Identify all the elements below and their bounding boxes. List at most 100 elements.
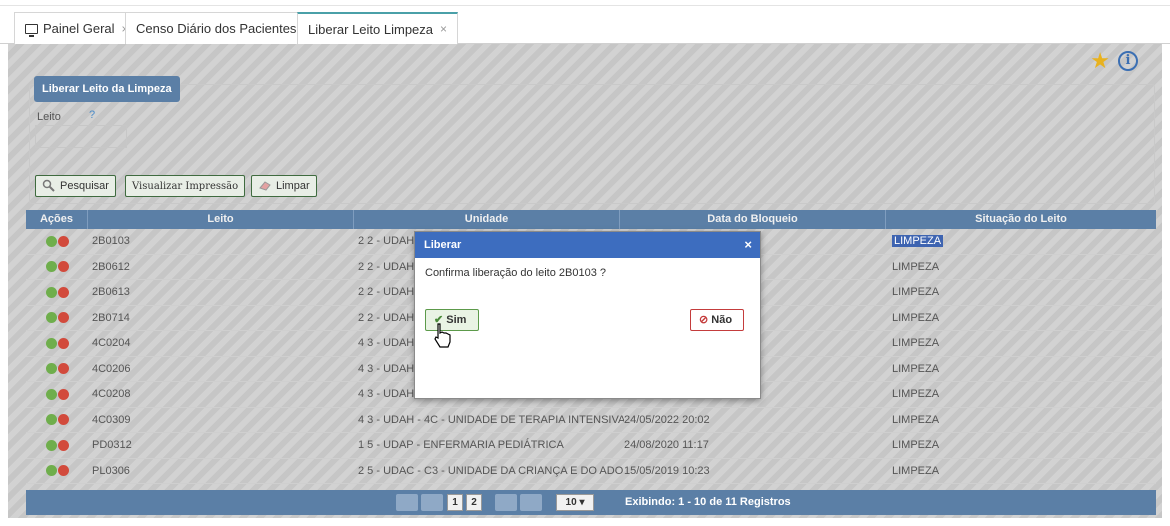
dialog-message: Confirma liberação do leito 2B0103 ? bbox=[425, 267, 607, 279]
col-leito[interactable]: Leito bbox=[88, 210, 354, 229]
pesquisar-button[interactable]: Pesquisar bbox=[35, 175, 116, 197]
tab-bar: Painel Geral × Censo Diário dos Paciente… bbox=[0, 0, 1170, 44]
dialog-header: Liberar × bbox=[415, 232, 760, 258]
top-line bbox=[0, 5, 1170, 6]
row-actions bbox=[26, 433, 88, 458]
cell-situacao: LIMPEZA bbox=[892, 439, 940, 451]
cell-unidade: 4 3 - UDAH - 4C - UNIDADE DE TERAPIA INT… bbox=[358, 413, 624, 426]
cell-situacao: LIMPEZA bbox=[892, 229, 1152, 254]
row-actions bbox=[26, 255, 88, 280]
cell-situacao: LIMPEZA bbox=[892, 311, 940, 324]
last-page-button[interactable] bbox=[520, 494, 542, 511]
approve-icon[interactable] bbox=[45, 465, 57, 477]
block-icon[interactable] bbox=[57, 363, 69, 375]
col-situacao[interactable]: Situação do Leito bbox=[886, 210, 1156, 229]
page-2-button[interactable]: 2 bbox=[466, 494, 482, 511]
approve-icon[interactable] bbox=[45, 312, 57, 324]
row-actions bbox=[26, 306, 88, 331]
row-actions bbox=[26, 408, 88, 433]
tab-censo[interactable]: Censo Diário dos Pacientes × bbox=[125, 12, 322, 44]
cell-leito: 2B0613 bbox=[92, 286, 130, 298]
approve-icon[interactable] bbox=[45, 261, 57, 273]
block-icon[interactable] bbox=[57, 312, 69, 324]
pagination-bar: 1 2 10 ▾ Exibindo: 1 - 10 de 11 Registro… bbox=[26, 490, 1156, 515]
limpar-button[interactable]: Limpar bbox=[251, 175, 317, 197]
cell-leito: 2B0714 bbox=[92, 311, 130, 324]
cell-leito: 2B0612 bbox=[92, 260, 130, 273]
col-acoes[interactable]: Ações bbox=[26, 210, 88, 229]
fieldset-legend: Liberar Leito da Limpeza bbox=[34, 76, 180, 102]
cell-data: 24/05/2022 20:02 bbox=[624, 413, 710, 426]
help-icon[interactable]: ? bbox=[89, 109, 95, 121]
tab-liberar-leito[interactable]: Liberar Leito Limpeza × bbox=[297, 12, 459, 44]
cell-situacao: LIMPEZA bbox=[892, 286, 940, 298]
next-page-button[interactable] bbox=[495, 494, 517, 511]
cell-leito: 4C0204 bbox=[92, 337, 131, 349]
dialog-title: Liberar bbox=[424, 239, 462, 251]
tab-label: Censo Diário dos Pacientes bbox=[136, 21, 297, 36]
cell-leito: 4C0208 bbox=[92, 388, 131, 400]
visualizar-impressao-button[interactable]: Visualizar Impressão bbox=[125, 175, 246, 197]
cell-unidade: 1 5 - UDAP - ENFERMARIA PEDIÁTRICA bbox=[358, 439, 564, 451]
leito-label: Leito bbox=[37, 111, 61, 123]
nao-button[interactable]: ⊘ Não bbox=[690, 309, 744, 331]
table-header: Ações Leito Unidade Data do Bloqueio Sit… bbox=[26, 210, 1156, 229]
block-icon[interactable] bbox=[57, 465, 69, 477]
close-icon[interactable]: × bbox=[744, 232, 752, 258]
table-row[interactable]: 4C0309 4 3 - UDAH - 4C - UNIDADE DE TERA… bbox=[26, 408, 1156, 433]
block-icon[interactable] bbox=[57, 261, 69, 273]
page-size-value: 10 bbox=[565, 497, 577, 508]
search-icon bbox=[42, 179, 55, 192]
block-icon[interactable] bbox=[57, 388, 69, 400]
button-label: Pesquisar bbox=[60, 180, 109, 192]
cell-situacao: LIMPEZA bbox=[892, 362, 940, 375]
block-icon[interactable] bbox=[57, 439, 69, 451]
button-label: Não bbox=[711, 314, 733, 326]
info-icon[interactable]: i bbox=[1118, 51, 1138, 71]
block-icon[interactable] bbox=[57, 286, 69, 298]
cell-leito: 2B0103 bbox=[92, 235, 130, 247]
page-1-button[interactable]: 1 bbox=[447, 494, 463, 511]
table-row[interactable]: PL0306 2 5 - UDAC - C3 - UNIDADE DA CRIA… bbox=[26, 459, 1156, 484]
cell-data: 15/05/2019 10:23 bbox=[624, 464, 710, 477]
row-actions bbox=[26, 357, 88, 382]
first-page-button[interactable] bbox=[396, 494, 418, 511]
hand-cursor-icon bbox=[434, 323, 451, 348]
row-actions bbox=[26, 459, 88, 484]
table-row[interactable]: PD0312 1 5 - UDAP - ENFERMARIA PEDIÁTRIC… bbox=[26, 433, 1156, 459]
button-label: Limpar bbox=[276, 180, 310, 192]
prev-page-button[interactable] bbox=[421, 494, 443, 511]
approve-icon[interactable] bbox=[45, 414, 57, 426]
approve-icon[interactable] bbox=[45, 388, 57, 400]
col-unidade[interactable]: Unidade bbox=[354, 210, 620, 229]
leito-input[interactable] bbox=[35, 125, 127, 148]
row-actions bbox=[26, 280, 88, 305]
row-actions bbox=[26, 382, 88, 407]
star-icon[interactable]: ★ bbox=[1090, 48, 1110, 74]
block-icon[interactable] bbox=[57, 414, 69, 426]
approve-icon[interactable] bbox=[45, 363, 57, 375]
confirm-dialog: Liberar × Confirma liberação do leito 2B… bbox=[414, 231, 761, 399]
cell-situacao: LIMPEZA bbox=[892, 337, 940, 349]
block-icon[interactable] bbox=[57, 235, 69, 247]
col-data-bloqueio[interactable]: Data do Bloqueio bbox=[620, 210, 886, 229]
page-size-select[interactable]: 10 ▾ bbox=[556, 494, 594, 511]
cell-leito: PD0312 bbox=[92, 439, 132, 451]
chevron-down-icon: ▾ bbox=[579, 497, 585, 508]
approve-icon[interactable] bbox=[45, 286, 57, 298]
block-icon[interactable] bbox=[57, 337, 69, 349]
cell-data: 24/08/2020 11:17 bbox=[624, 439, 709, 451]
cell-situacao: LIMPEZA bbox=[892, 260, 940, 273]
row-actions bbox=[26, 331, 88, 356]
row-actions bbox=[26, 229, 88, 254]
close-icon[interactable]: × bbox=[440, 22, 447, 36]
approve-icon[interactable] bbox=[45, 439, 57, 451]
tab-painel-geral[interactable]: Painel Geral × bbox=[14, 12, 140, 44]
monitor-icon bbox=[25, 23, 38, 37]
eraser-icon bbox=[259, 181, 271, 191]
cell-situacao: LIMPEZA bbox=[892, 464, 940, 477]
approve-icon[interactable] bbox=[45, 235, 57, 247]
cell-unidade: 2 5 - UDAC - C3 - UNIDADE DA CRIANÇA E D… bbox=[358, 464, 624, 477]
cell-leito: 4C0206 bbox=[92, 362, 131, 375]
approve-icon[interactable] bbox=[45, 337, 57, 349]
